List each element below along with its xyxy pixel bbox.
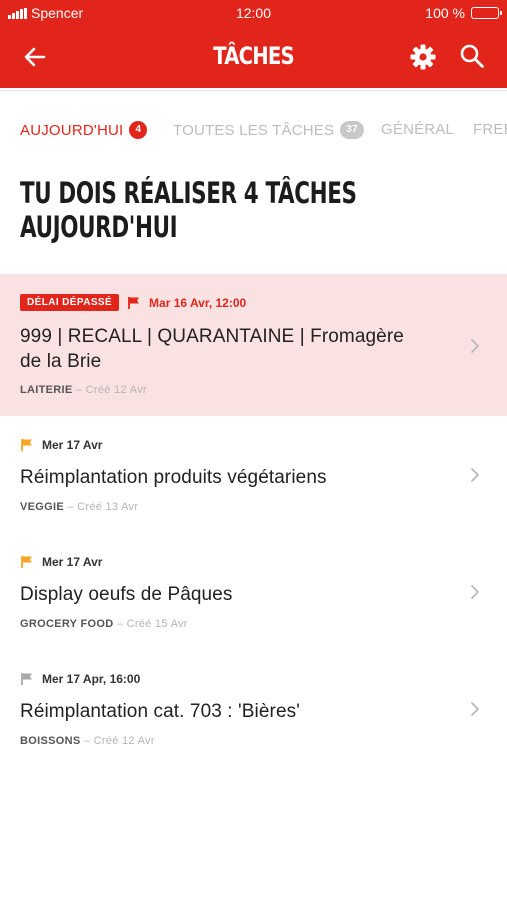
task-title: Display oeufs de Pâques bbox=[20, 584, 233, 605]
search-icon[interactable] bbox=[459, 43, 485, 69]
navigation-bar: TÂCHES bbox=[0, 30, 507, 82]
task-created: – Créé 15 Avr bbox=[116, 618, 188, 630]
task-created: – Créé 12 Avr bbox=[75, 384, 147, 396]
task-title-line-2: de la Brie bbox=[20, 351, 102, 372]
tab-bar: AUJOURD'HUI 4 TOUTES LES TÂCHES 37 GÉNÉR… bbox=[0, 90, 507, 168]
tab-all-tasks[interactable]: TOUTES LES TÂCHES 37 bbox=[173, 121, 364, 139]
tab-all-tasks-label: TOUTES LES TÂCHES bbox=[173, 121, 335, 139]
gear-icon[interactable] bbox=[409, 43, 437, 71]
flag-icon bbox=[128, 296, 140, 309]
task-subtitle: VEGGIE – Créé 13 Avr bbox=[20, 501, 138, 513]
task-subtitle: BOISSONS – Créé 12 Avr bbox=[20, 735, 155, 747]
task-created: – Créé 12 Avr bbox=[83, 735, 155, 747]
task-category: GROCERY FOOD bbox=[20, 618, 114, 630]
status-bar: Spencer 12:00 100 % bbox=[0, 0, 507, 26]
task-due-date: Mer 17 Avr bbox=[42, 555, 103, 569]
task-title-line-1: 999 | RECALL | QUARANTAINE | Fromagère bbox=[20, 326, 404, 347]
battery-percent: 100 % bbox=[425, 5, 465, 21]
task-category: VEGGIE bbox=[20, 501, 64, 513]
flag-icon bbox=[21, 556, 32, 568]
task-subtitle: GROCERY FOOD – Créé 15 Avr bbox=[20, 618, 188, 630]
page-title: TÂCHES bbox=[213, 42, 295, 70]
tab-free-label: FREE bbox=[473, 121, 507, 138]
task-due-date: Mar 16 Avr, 12:00 bbox=[149, 295, 247, 310]
tab-today-label: AUJOURD'HUI bbox=[20, 121, 124, 139]
heading-line-2: AUJOURD'HUI bbox=[20, 210, 178, 244]
tab-today[interactable]: AUJOURD'HUI 4 bbox=[20, 121, 148, 139]
task-item[interactable]: Mer 17 Avr Display oeufs de Pâques GROCE… bbox=[0, 535, 507, 651]
flag-icon bbox=[21, 673, 32, 685]
tab-free[interactable]: FREE bbox=[473, 121, 507, 138]
task-category: LAITERIE bbox=[20, 384, 73, 396]
overdue-badge: DÉLAI DÉPASSÉ bbox=[20, 294, 120, 311]
task-title: 999 | RECALL | QUARANTAINE | Fromagère d… bbox=[20, 324, 450, 374]
page-heading: TU DOIS RÉALISER 4 TÂCHES AUJOURD'HUI bbox=[20, 176, 479, 244]
chevron-right-icon bbox=[471, 702, 479, 716]
task-item[interactable]: Mer 17 Apr, 16:00 Réimplantation cat. 70… bbox=[0, 652, 507, 768]
flag-icon bbox=[21, 439, 32, 451]
chevron-right-icon bbox=[471, 585, 479, 599]
heading-line-1: TU DOIS RÉALISER 4 TÂCHES bbox=[20, 176, 357, 210]
task-due-date: Mer 17 Apr, 16:00 bbox=[42, 672, 141, 686]
task-meta: Mer 17 Avr bbox=[20, 438, 102, 452]
tab-all-tasks-count: 37 bbox=[340, 121, 364, 139]
task-item[interactable]: Mer 17 Avr Réimplantation produits végét… bbox=[0, 418, 507, 534]
task-title: Réimplantation cat. 703 : 'Bières' bbox=[20, 701, 300, 722]
task-meta: Mer 17 Apr, 16:00 bbox=[20, 672, 140, 686]
task-title: Réimplantation produits végétariens bbox=[20, 467, 327, 488]
chevron-right-icon bbox=[471, 339, 479, 353]
status-battery-group: 100 % bbox=[425, 5, 502, 21]
task-meta: DÉLAI DÉPASSÉ Mar 16 Avr, 12:00 bbox=[20, 294, 246, 311]
task-item[interactable]: DÉLAI DÉPASSÉ Mar 16 Avr, 12:00 999 | RE… bbox=[0, 274, 507, 416]
task-meta: Mer 17 Avr bbox=[20, 555, 102, 569]
tab-general[interactable]: GÉNÉRAL bbox=[381, 121, 454, 138]
tab-general-label: GÉNÉRAL bbox=[381, 121, 455, 138]
task-subtitle: LAITERIE – Créé 12 Avr bbox=[20, 384, 147, 396]
battery-icon bbox=[471, 7, 502, 19]
task-created: – Créé 13 Avr bbox=[67, 501, 139, 513]
chevron-right-icon bbox=[471, 468, 479, 482]
tab-today-count: 4 bbox=[129, 121, 148, 139]
app-header: Spencer 12:00 100 % TÂCHES bbox=[0, 0, 507, 88]
task-category: BOISSONS bbox=[20, 735, 81, 747]
task-due-date: Mer 17 Avr bbox=[42, 438, 103, 452]
